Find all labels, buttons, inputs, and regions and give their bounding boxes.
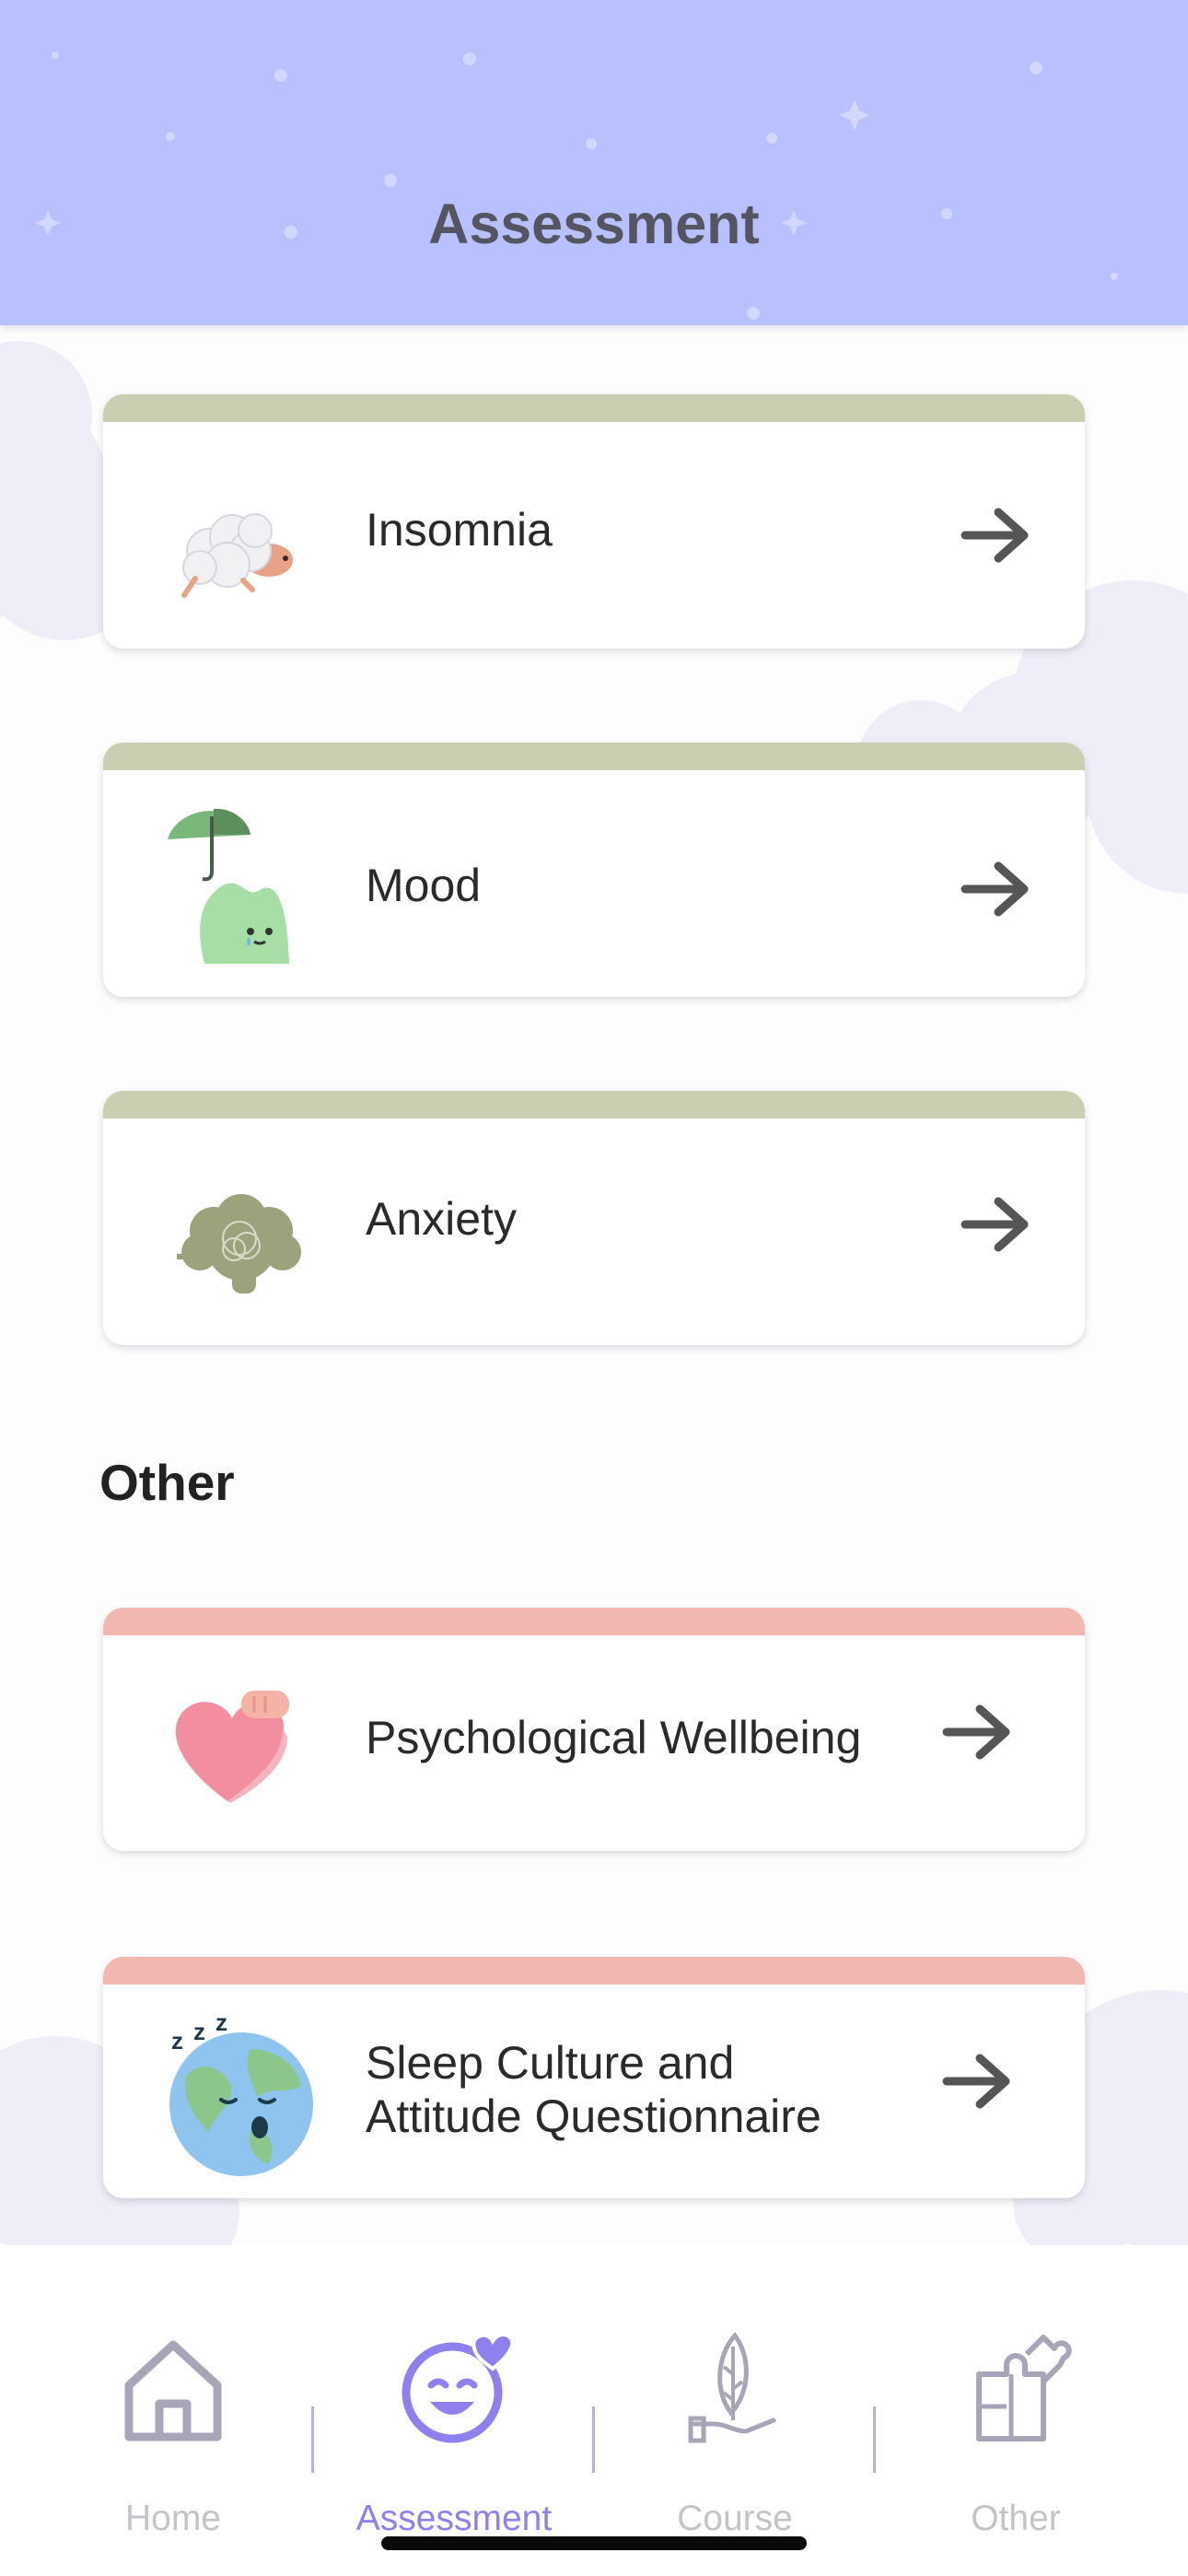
tab-label: Assessment: [355, 2499, 553, 2538]
svg-text:z: z: [193, 2018, 205, 2045]
card-accent-band: [103, 1091, 1085, 1118]
tab-other[interactable]: Other: [875, 2245, 1157, 2576]
tab-separator: [592, 2406, 595, 2473]
header-bar: Assessment: [0, 0, 1188, 325]
sleeping-earth-icon: z z z: [169, 2012, 313, 2176]
arrow-right-icon[interactable]: [960, 1192, 1033, 1257]
heart-icon: [175, 1691, 289, 1803]
tab-label: Home: [124, 2499, 222, 2538]
smiley-heart-icon: [402, 2333, 515, 2443]
arrow-right-icon[interactable]: [960, 503, 1033, 568]
assessment-card-psychological-wellbeing[interactable]: Psychological Wellbeing: [103, 1608, 1085, 1851]
stars-decoration: [35, 52, 1118, 320]
umbrella-hill-icon: [168, 808, 289, 964]
card-label: Insomnia: [366, 504, 553, 556]
tab-label: Course: [677, 2499, 793, 2538]
card-accent-band: [103, 394, 1085, 422]
tangled-brain-icon: [177, 1194, 301, 1294]
card-accent-band: [103, 743, 1085, 770]
card-accent-band: [103, 1957, 1085, 1985]
arrow-right-icon[interactable]: [941, 2049, 1015, 2113]
assessment-card-mood[interactable]: Mood: [103, 743, 1085, 997]
tab-assessment[interactable]: Assessment: [313, 2245, 595, 2576]
assessment-card-anxiety[interactable]: Anxiety: [103, 1091, 1085, 1345]
home-indicator[interactable]: [381, 2536, 807, 2550]
tab-separator: [873, 2406, 876, 2473]
card-accent-band: [103, 1608, 1085, 1635]
tab-course[interactable]: Course: [594, 2245, 876, 2576]
arrow-right-icon[interactable]: [960, 857, 1033, 921]
leaf-hand-icon: [688, 2332, 776, 2443]
card-label: Psychological Wellbeing: [366, 1712, 862, 1763]
house-icon: [124, 2340, 222, 2441]
card-label: Sleep Culture and Attitude Questionnaire: [366, 2037, 821, 2142]
sheep-icon: [181, 513, 293, 598]
svg-text:z: z: [171, 2027, 183, 2055]
card-label: Anxiety: [366, 1193, 517, 1245]
tab-home[interactable]: Home: [32, 2245, 314, 2576]
tab-separator: [311, 2406, 314, 2473]
card-label: Mood: [366, 860, 482, 911]
arrow-right-icon[interactable]: [941, 1700, 1015, 1764]
puzzle-icon: [976, 2335, 1072, 2441]
assessment-card-sleep-culture[interactable]: z z z Sleep Culture and Attitude Questio…: [103, 1957, 1085, 2198]
assessment-card-insomnia[interactable]: Insomnia: [103, 394, 1085, 649]
section-title-other: Other: [99, 1454, 235, 1511]
svg-text:z: z: [215, 2012, 227, 2036]
tab-label: Other: [971, 2499, 1061, 2538]
page-title: Assessment: [428, 193, 760, 255]
